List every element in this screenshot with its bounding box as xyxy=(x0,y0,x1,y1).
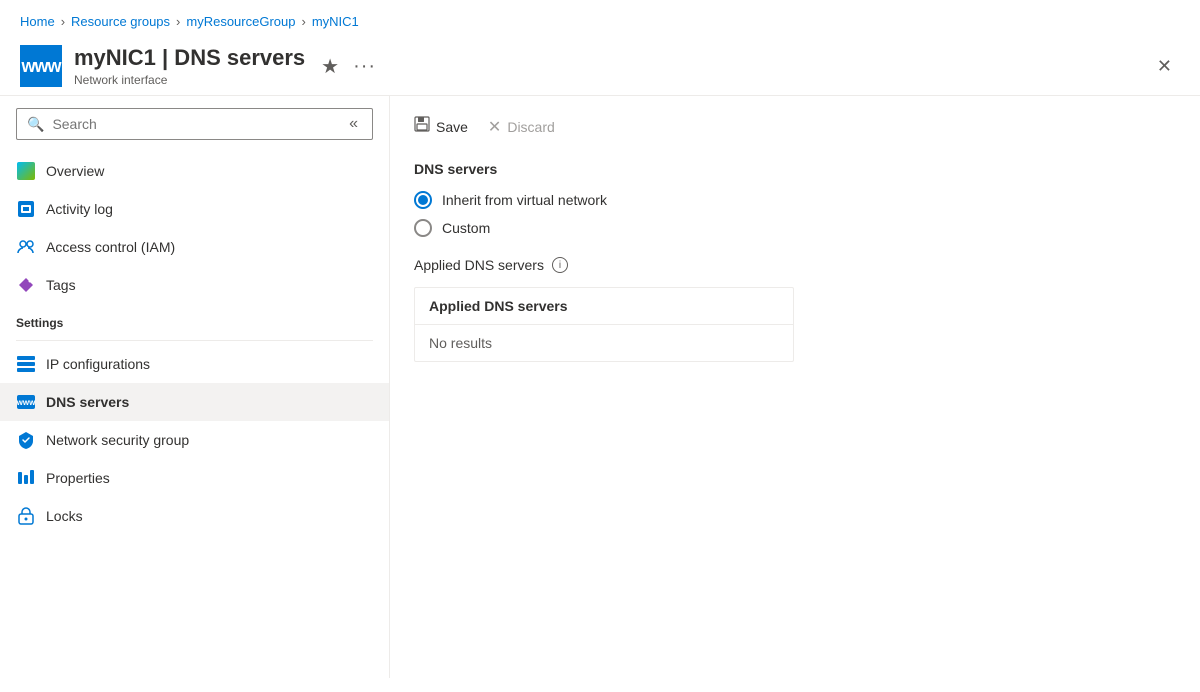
sidebar-item-label: Overview xyxy=(46,163,104,179)
applied-dns-table: Applied DNS servers No results xyxy=(414,287,794,362)
sidebar-item-network-security-group[interactable]: Network security group xyxy=(0,421,389,459)
applied-dns-label: Applied DNS servers i xyxy=(414,257,1176,273)
sidebar-item-label: Locks xyxy=(46,508,83,524)
table-header: Applied DNS servers xyxy=(415,288,793,325)
properties-icon xyxy=(16,468,36,488)
main-layout: 🔍 « Overview Activity log xyxy=(0,96,1200,678)
search-box: 🔍 « xyxy=(16,108,373,140)
search-input[interactable] xyxy=(52,116,337,132)
sidebar-item-activity-log[interactable]: Activity log xyxy=(0,190,389,228)
dns-servers-icon: www xyxy=(16,392,36,412)
sidebar-item-label: Access control (IAM) xyxy=(46,239,175,255)
breadcrumb-nic[interactable]: myNIC1 xyxy=(312,14,359,29)
sidebar-item-dns-servers[interactable]: www DNS servers xyxy=(0,383,389,421)
ip-config-icon xyxy=(16,354,36,374)
toolbar: Save ✕ Discard xyxy=(414,112,1176,141)
locks-icon xyxy=(16,506,36,526)
radio-custom-label: Custom xyxy=(442,220,490,236)
resource-icon: www xyxy=(20,45,62,87)
discard-icon: ✕ xyxy=(488,117,501,137)
applied-dns-section: Applied DNS servers i Applied DNS server… xyxy=(414,257,1176,362)
sidebar-item-label: Network security group xyxy=(46,432,189,448)
breadcrumb-resource-groups[interactable]: Resource groups xyxy=(71,14,170,29)
sidebar-item-label: IP configurations xyxy=(46,356,150,372)
favorite-icon[interactable]: ★ xyxy=(321,54,339,79)
discard-label: Discard xyxy=(507,119,554,135)
close-button[interactable]: ✕ xyxy=(1149,52,1180,81)
sidebar-item-access-control[interactable]: Access control (IAM) xyxy=(0,228,389,266)
more-options-icon[interactable]: ··· xyxy=(353,55,376,78)
dns-radio-group: Inherit from virtual network Custom xyxy=(414,191,1176,237)
sidebar-item-tags[interactable]: Tags xyxy=(0,266,389,304)
header-title-group: myNIC1 | DNS servers Network interface xyxy=(74,45,305,87)
sidebar-item-overview[interactable]: Overview xyxy=(0,152,389,190)
content-area: Save ✕ Discard DNS servers Inherit from … xyxy=(390,96,1200,678)
overview-icon xyxy=(16,161,36,181)
sidebar-item-label: Activity log xyxy=(46,201,113,217)
sidebar-item-ip-configurations[interactable]: IP configurations xyxy=(0,345,389,383)
sidebar-nav: Overview Activity log xyxy=(0,152,389,543)
sidebar-item-label: Properties xyxy=(46,470,110,486)
sidebar-item-locks[interactable]: Locks xyxy=(0,497,389,535)
save-button[interactable]: Save xyxy=(414,112,468,141)
discard-button[interactable]: ✕ Discard xyxy=(488,113,555,141)
settings-section-label: Settings xyxy=(0,304,389,336)
radio-inherit[interactable]: Inherit from virtual network xyxy=(414,191,1176,209)
page-title: myNIC1 | DNS servers xyxy=(74,45,305,71)
sidebar-item-label: DNS servers xyxy=(46,394,129,410)
sidebar-search-area: 🔍 « xyxy=(0,96,389,152)
tags-icon xyxy=(16,275,36,295)
search-icon: 🔍 xyxy=(27,116,44,133)
info-icon[interactable]: i xyxy=(552,257,568,273)
radio-inherit-label: Inherit from virtual network xyxy=(442,192,607,208)
dns-section-title: DNS servers xyxy=(414,161,1176,177)
header-actions: ★ ··· xyxy=(321,54,376,79)
save-icon xyxy=(414,116,430,137)
sidebar-item-properties[interactable]: Properties xyxy=(0,459,389,497)
save-label: Save xyxy=(436,119,468,135)
table-no-results: No results xyxy=(415,325,793,361)
activity-log-icon xyxy=(16,199,36,219)
collapse-sidebar-button[interactable]: « xyxy=(345,115,362,133)
nsg-icon xyxy=(16,430,36,450)
page-subtitle: Network interface xyxy=(74,73,305,87)
radio-custom-circle[interactable] xyxy=(414,219,432,237)
sidebar: 🔍 « Overview Activity log xyxy=(0,96,390,678)
radio-inherit-circle[interactable] xyxy=(414,191,432,209)
breadcrumb-home[interactable]: Home xyxy=(20,14,55,29)
radio-custom[interactable]: Custom xyxy=(414,219,1176,237)
settings-divider xyxy=(16,340,373,341)
breadcrumb: Home › Resource groups › myResourceGroup… xyxy=(0,0,1200,37)
breadcrumb-resource-group[interactable]: myResourceGroup xyxy=(186,14,295,29)
page-header: www myNIC1 | DNS servers Network interfa… xyxy=(0,37,1200,96)
access-control-icon xyxy=(16,237,36,257)
sidebar-item-label: Tags xyxy=(46,277,76,293)
